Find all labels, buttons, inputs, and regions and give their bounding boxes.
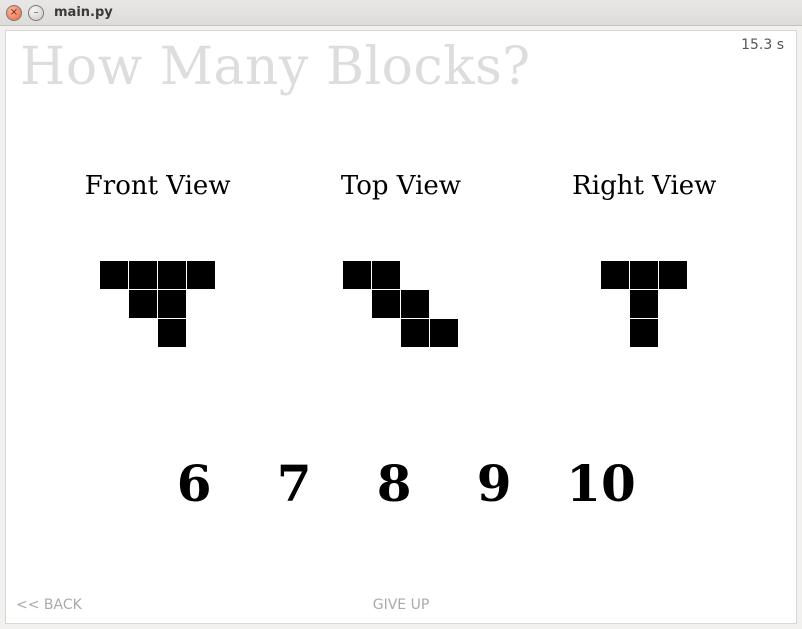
- timer: 15.3 s: [741, 37, 784, 53]
- view-title: Front View: [85, 171, 231, 201]
- block-filled: [630, 290, 658, 318]
- view-front-view: Front View: [48, 171, 268, 347]
- window-title: main.py: [54, 5, 113, 20]
- block-filled: [343, 261, 371, 289]
- block-empty: [430, 290, 458, 318]
- close-icon[interactable]: ×: [6, 5, 22, 21]
- block-filled: [158, 319, 186, 347]
- block-empty: [100, 319, 128, 347]
- answer-option[interactable]: 8: [366, 454, 422, 513]
- page-title: How Many Blocks?: [20, 37, 531, 97]
- block-grid: [100, 261, 215, 347]
- block-filled: [100, 261, 128, 289]
- block-empty: [659, 290, 687, 318]
- block-filled: [601, 261, 629, 289]
- block-empty: [100, 290, 128, 318]
- block-filled: [430, 319, 458, 347]
- answer-option[interactable]: 7: [266, 454, 322, 513]
- answers-row: 6789 10: [6, 454, 796, 513]
- block-empty: [601, 319, 629, 347]
- block-empty: [343, 319, 371, 347]
- block-grid: [343, 261, 458, 347]
- block-filled: [659, 261, 687, 289]
- block-empty: [659, 319, 687, 347]
- block-filled: [158, 261, 186, 289]
- block-empty: [343, 290, 371, 318]
- block-filled: [129, 261, 157, 289]
- block-filled: [630, 319, 658, 347]
- block-filled: [158, 290, 186, 318]
- block-filled: [630, 261, 658, 289]
- block-empty: [601, 290, 629, 318]
- view-right-view: Right View: [534, 171, 754, 347]
- block-filled: [372, 261, 400, 289]
- giveup-button[interactable]: GIVE UP: [373, 597, 430, 613]
- answer-option[interactable]: 6: [166, 454, 222, 513]
- view-title: Right View: [572, 171, 716, 201]
- block-filled: [401, 319, 429, 347]
- block-filled: [372, 290, 400, 318]
- window-titlebar: × – main.py: [0, 0, 802, 26]
- answer-option[interactable]: 10: [566, 454, 636, 513]
- block-filled: [401, 290, 429, 318]
- block-empty: [129, 319, 157, 347]
- answer-option[interactable]: 9: [466, 454, 522, 513]
- block-grid: [601, 261, 687, 347]
- block-filled: [129, 290, 157, 318]
- back-button[interactable]: << BACK: [16, 597, 82, 613]
- block-empty: [430, 261, 458, 289]
- game-canvas: How Many Blocks? 15.3 s Front View Top Vi…: [5, 30, 797, 624]
- footer: << BACK GIVE UP: [6, 597, 796, 613]
- block-empty: [187, 319, 215, 347]
- views-row: Front View Top View Right View: [6, 171, 796, 347]
- block-empty: [372, 319, 400, 347]
- block-empty: [401, 261, 429, 289]
- view-title: Top View: [341, 171, 461, 201]
- view-top-view: Top View: [291, 171, 511, 347]
- minimize-icon[interactable]: –: [28, 5, 44, 21]
- block-filled: [187, 261, 215, 289]
- block-empty: [187, 290, 215, 318]
